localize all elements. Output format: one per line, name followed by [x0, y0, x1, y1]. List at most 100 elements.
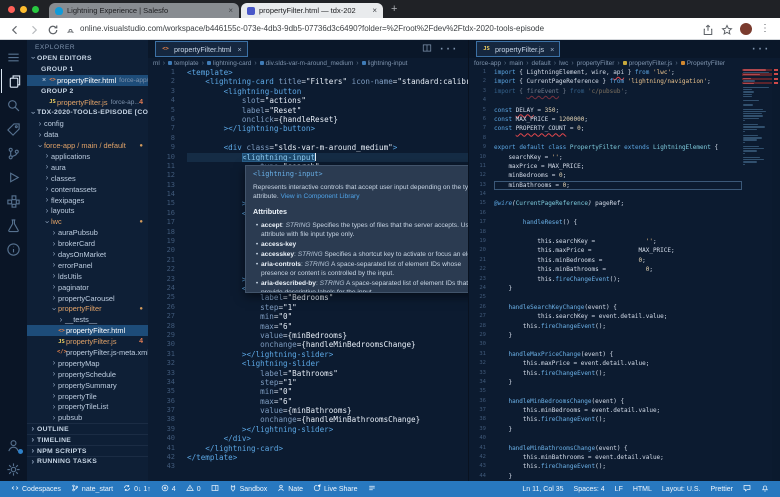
reload-icon[interactable]	[47, 23, 59, 35]
minimap[interactable]	[742, 68, 772, 481]
breadcrumb-item[interactable]: div.slds-var-m-around_medium	[260, 60, 354, 67]
close-icon[interactable]: ×	[238, 45, 242, 54]
folder-item[interactable]: ›propertyTileList	[27, 402, 148, 413]
code-line[interactable]	[494, 96, 742, 105]
code-line[interactable]: </div>	[187, 434, 468, 443]
status-spaces-4[interactable]: Spaces: 4	[569, 484, 610, 494]
folder-item[interactable]: ›force-app / main / default●	[27, 140, 148, 151]
code-line[interactable]: this.minBedrooms = 0;	[494, 256, 742, 265]
code-line[interactable]: value={minBathrooms}	[187, 406, 468, 415]
code-line[interactable]: minBathrooms = 0;	[494, 181, 742, 190]
editor-tab[interactable]: <>propertyFilter.html×	[155, 41, 248, 57]
code-line[interactable]: <lightning-slider	[187, 359, 468, 368]
run-debug-icon[interactable]	[1, 165, 26, 189]
code-line[interactable]: this.fireChangeEvent();	[494, 275, 742, 284]
code-line[interactable]: handleSearchKeyChange(event) {	[494, 303, 742, 312]
folder-item[interactable]: ›propertyFilter●	[27, 303, 148, 314]
breadcrumb-item[interactable]: default	[532, 60, 551, 67]
close-window-button[interactable]	[8, 6, 15, 13]
status-html[interactable]: HTML	[628, 484, 657, 494]
breadcrumb-item[interactable]: main	[509, 60, 523, 67]
code-line[interactable]: this.searchKey = event.detail.value;	[494, 312, 742, 321]
folder-item[interactable]: ›pubsub	[27, 412, 148, 423]
status-codespaces[interactable]: Codespaces	[6, 484, 66, 494]
browser-tab-0[interactable]: Lightning Experience | Salesfo×	[49, 3, 239, 18]
folder-item[interactable]: ›ldsUtils	[27, 271, 148, 282]
code-line[interactable]: <div class="slds-var-m-around_medium">	[187, 143, 468, 152]
breadcrumb-item[interactable]: template	[168, 60, 199, 67]
code-line[interactable]	[187, 134, 468, 143]
more-actions-icon[interactable]: ···	[751, 40, 770, 58]
code-line[interactable]: this.fireChangeEvent();	[494, 369, 742, 378]
folder-item[interactable]: ›brokerCard	[27, 238, 148, 249]
status-nate[interactable]: Nate	[272, 484, 308, 494]
open-editor-item[interactable]: ×<>propertyFilter.htmlforce-app/...	[27, 75, 148, 86]
code-line[interactable]	[494, 209, 742, 218]
browser-tab-1[interactable]: propertyFilter.html — tdx-202×	[241, 3, 383, 18]
code-line[interactable]: import { CurrentPageReference } from 'li…	[494, 77, 742, 86]
code-line[interactable]: }	[494, 425, 742, 434]
code-line[interactable]	[494, 387, 742, 396]
folder-item[interactable]: ›aura	[27, 162, 148, 173]
workspace-root[interactable]: ›TDX-2020-TOOLS-EPISODE [CODESPACES]	[27, 107, 148, 118]
code-line[interactable]: }	[494, 331, 742, 340]
overview-ruler[interactable]	[772, 68, 780, 481]
code-line[interactable]: }	[494, 284, 742, 293]
code-line[interactable]: export default class PropertyFilter exte…	[494, 143, 742, 152]
code-line[interactable]: <lightning-button	[187, 87, 468, 96]
code-line[interactable]: step="1"	[187, 378, 468, 387]
folder-item[interactable]: ›auraPubsub	[27, 227, 148, 238]
code-line[interactable]: this.minBathrooms = event.detail.value;	[494, 453, 742, 462]
code-line[interactable]: this.maxPrice = MAX_PRICE;	[494, 246, 742, 255]
status-layout-u-s-[interactable]: Layout: U.S.	[657, 484, 706, 494]
code-line[interactable]: import { LightningElement, wire, api } f…	[494, 68, 742, 77]
open-editors-header[interactable]: ›OPEN EDITORS	[27, 53, 148, 64]
address-bar[interactable]: online.visualstudio.com/workspace/b44615…	[66, 24, 695, 33]
code-line[interactable]: <lightning-card title="Filters" icon-nam…	[187, 77, 468, 86]
folder-item[interactable]: ›propertySchedule	[27, 369, 148, 380]
sidebar-section-timeline[interactable]: ›TIMELINE	[27, 434, 148, 445]
breadcrumb-item[interactable]: propertyFilter.js	[623, 60, 673, 67]
code-line[interactable]: <lightning-input	[187, 153, 468, 162]
code-line[interactable]	[494, 134, 742, 143]
code-line[interactable]	[494, 434, 742, 443]
search-icon[interactable]	[1, 93, 26, 117]
sidebar-section-outline[interactable]: ›OUTLINE	[27, 423, 148, 434]
code-line[interactable]: searchKey = '';	[494, 153, 742, 162]
folder-item[interactable]: ›flexipages	[27, 195, 148, 206]
new-tab-button[interactable]: +	[391, 0, 397, 18]
status-lf[interactable]: LF	[610, 484, 628, 494]
code-line[interactable]: this.minBedrooms = event.detail.value;	[494, 406, 742, 415]
minimize-window-button[interactable]	[20, 6, 27, 13]
bookmark-star-icon[interactable]	[721, 23, 733, 35]
breadcrumb-item[interactable]: ml	[153, 60, 160, 67]
code-line[interactable]: </lightning-card>	[187, 444, 468, 453]
status-sandbox[interactable]: Sandbox	[224, 484, 273, 494]
code-line[interactable]: }	[494, 472, 742, 481]
code-line[interactable]	[494, 293, 742, 302]
folder-item[interactable]: ›daysOnMarket	[27, 249, 148, 260]
sidebar-section-npm-scripts[interactable]: ›NPM SCRIPTS	[27, 445, 148, 456]
close-icon[interactable]: ×	[228, 6, 233, 15]
code-line[interactable]: slot="actions"	[187, 96, 468, 105]
folder-item[interactable]: ›applications	[27, 151, 148, 162]
browser-menu-icon[interactable]: ⋮	[759, 23, 771, 35]
extensions-icon[interactable]	[1, 189, 26, 213]
folder-item[interactable]: ›lwc●	[27, 216, 148, 227]
code-line[interactable]: this.fireChangeEvent();	[494, 415, 742, 424]
file-item[interactable]: JSpropertyFilter.js4	[27, 336, 148, 347]
zoom-window-button[interactable]	[32, 6, 39, 13]
browser-avatar[interactable]	[740, 23, 752, 35]
code-line[interactable]: handleMinBathroomsChange(event) {	[494, 444, 742, 453]
breadcrumb-item[interactable]: force-app	[474, 60, 501, 67]
split-editor-icon[interactable]	[422, 40, 432, 58]
code-line[interactable]: onchange={handleMinBedroomsChange}	[187, 340, 468, 349]
code-line[interactable]: label="Bedrooms"	[187, 293, 468, 302]
status-tasks-icon[interactable]	[363, 484, 381, 494]
code-line[interactable]: this.fireChangeEvent();	[494, 462, 742, 471]
code-line[interactable]: handleMaxPriceChange(event) {	[494, 350, 742, 359]
status-bell-icon[interactable]	[756, 484, 774, 494]
folder-item[interactable]: ›classes	[27, 173, 148, 184]
status-nate-start[interactable]: nate_start	[66, 484, 118, 494]
code-line[interactable]	[494, 190, 742, 199]
